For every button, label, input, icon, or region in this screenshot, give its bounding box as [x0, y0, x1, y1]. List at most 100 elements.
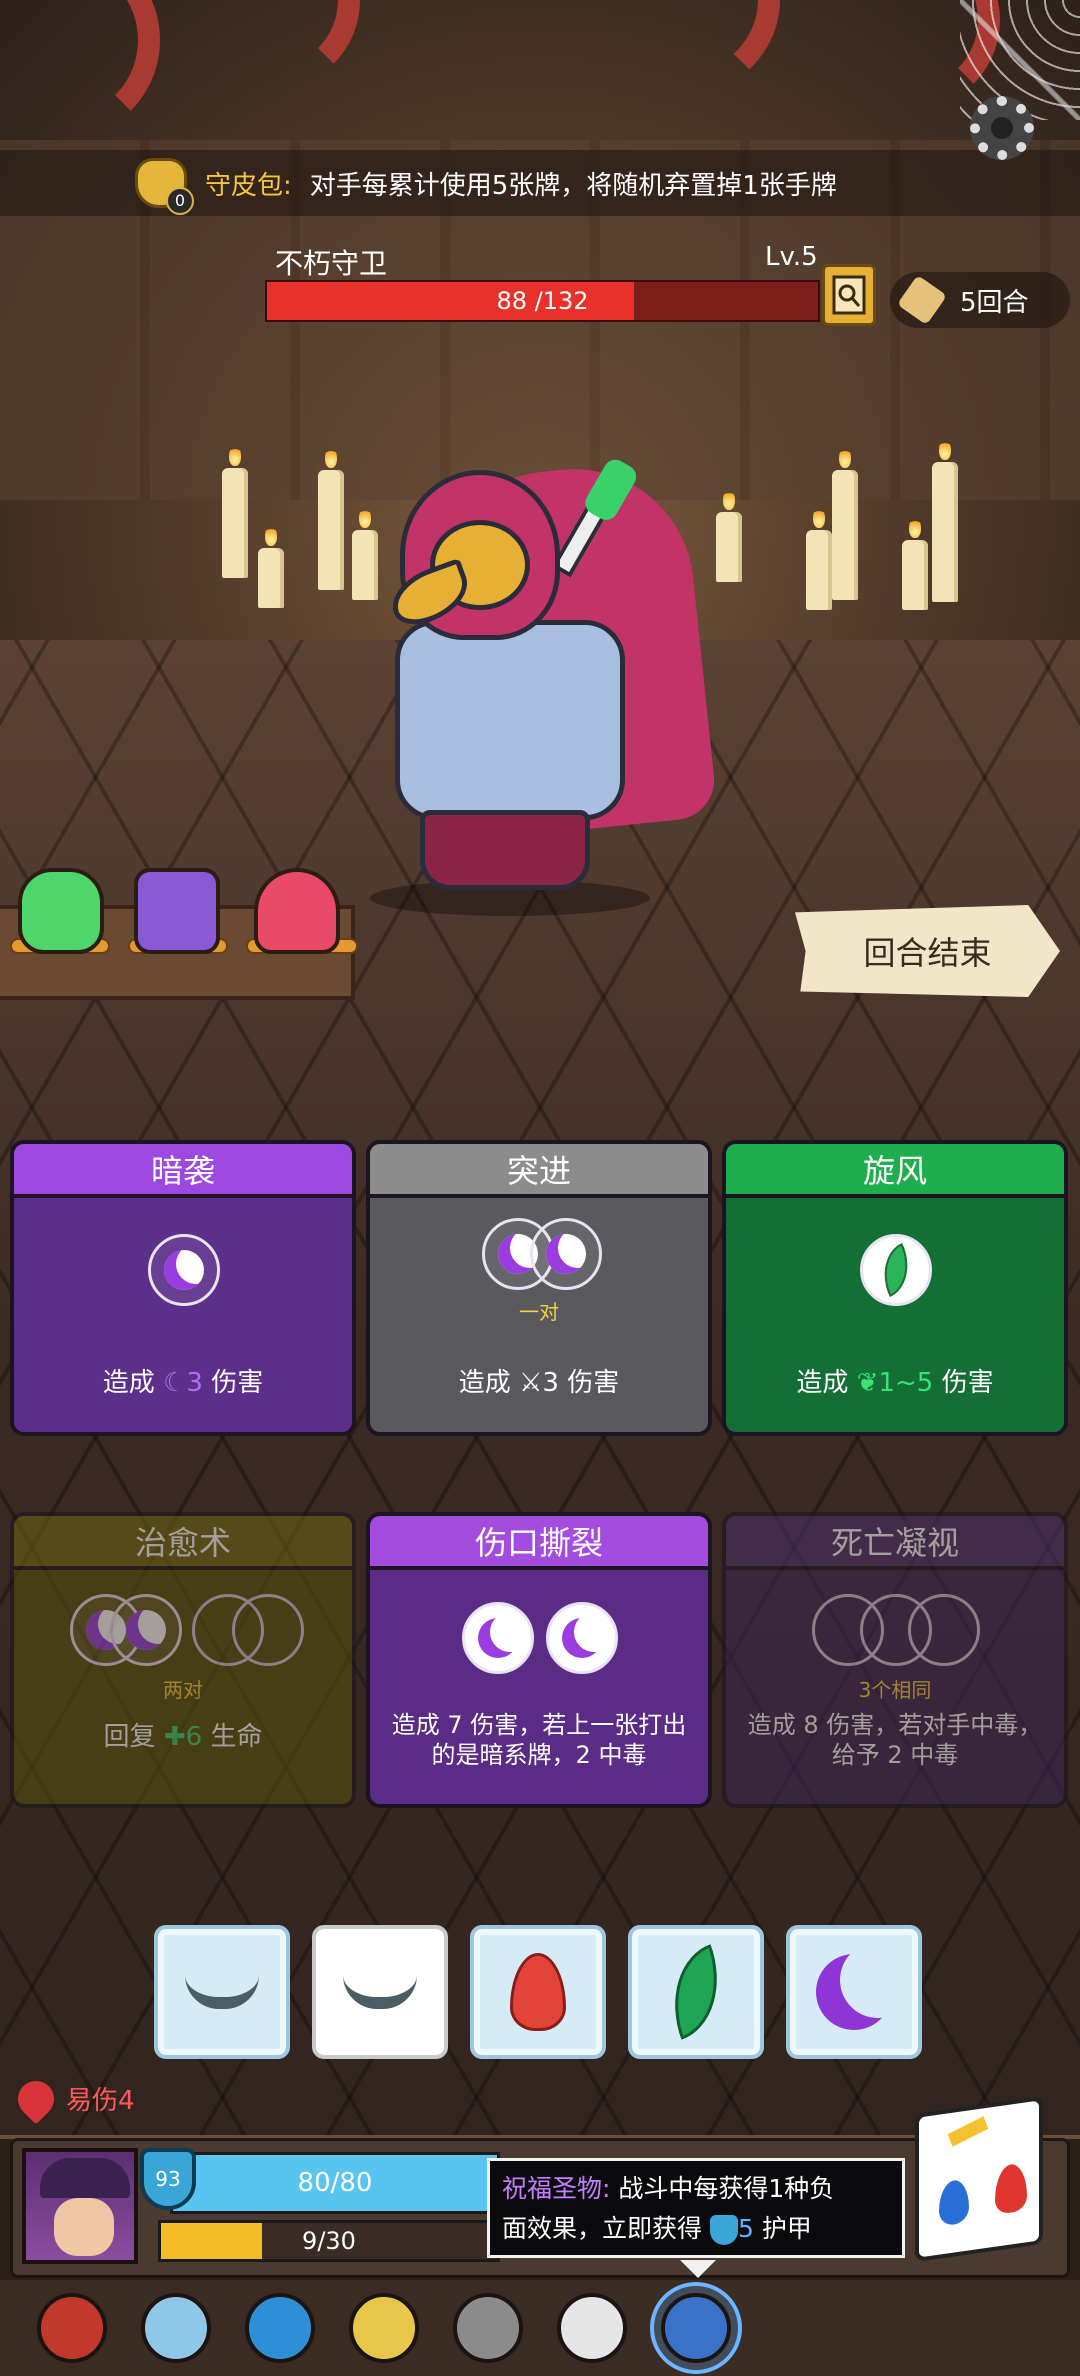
- sword-icon: ⚔: [519, 1368, 543, 1398]
- hood-relic-icon[interactable]: [30, 2286, 114, 2370]
- stone-egg-relic-icon[interactable]: [446, 2286, 530, 2370]
- desc-value: 3: [542, 1368, 559, 1398]
- desc-prefix: 回复: [103, 1722, 156, 1752]
- relic-info-banner: 0 守皮包: 对手每累计使用5张牌，将随机弃置掉1张手牌: [0, 150, 1080, 216]
- card-title: 死亡凝视: [726, 1516, 1064, 1570]
- player-avatar[interactable]: [22, 2148, 138, 2264]
- card-whirlwind[interactable]: 旋风 造成 ❦1~5 伤害: [722, 1140, 1068, 1436]
- purple-potion-icon[interactable]: [134, 868, 220, 954]
- moon-icon: [126, 1610, 166, 1650]
- candle: [832, 448, 858, 600]
- energy-text: 9/30: [302, 2227, 356, 2255]
- moon-dice-slot[interactable]: [148, 1234, 220, 1306]
- closed-eye-icon: [185, 1975, 259, 2009]
- lightning-icon: [947, 2116, 989, 2147]
- wizard-hat: [40, 2158, 130, 2198]
- card-heal[interactable]: 治愈术 两对 回复 ✚6 生命: [10, 1512, 356, 1808]
- desc-suffix: 生命: [210, 1722, 263, 1752]
- card-body: 造成 ❦1~5 伤害: [726, 1198, 1064, 1432]
- moon-icon: [816, 1954, 892, 2030]
- card-body: 3个相同 造成 8 伤害，若对手中毒，给予 2 中毒: [726, 1570, 1064, 1804]
- lantern-relic-icon[interactable]: [342, 2286, 426, 2370]
- card-death-gaze[interactable]: 死亡凝视 3个相同 造成 8 伤害，若对手中毒，给予 2 中毒: [722, 1512, 1068, 1808]
- card-requirement: 一对: [519, 1300, 559, 1324]
- tooltip-line-2: 面效果，立即获得 5 护甲: [502, 2209, 890, 2249]
- round-counter: 5回合: [890, 272, 1070, 328]
- desc-prefix: 造成: [102, 1368, 155, 1398]
- enemy-name: 不朽守卫: [275, 247, 388, 280]
- magnifier-icon: [832, 275, 866, 315]
- card-description: 造成 ☾3 伤害: [28, 1366, 338, 1400]
- card-body: 两对 回复 ✚6 生命: [14, 1570, 352, 1804]
- enemy-hp-text: 88 /132: [496, 287, 589, 315]
- enemy-level: Lv.5: [765, 242, 818, 272]
- relic-tooltip: 祝福圣物: 战斗中每获得1种负 面效果，立即获得 5 护甲: [487, 2158, 905, 2258]
- closed-eye-icon: [343, 1975, 417, 2009]
- moon-dice-slot[interactable]: [110, 1594, 182, 1666]
- desc-value: 6: [185, 1722, 203, 1752]
- end-turn-button[interactable]: 回合结束: [795, 905, 1060, 997]
- card-description: 回复 ✚6 生命: [28, 1720, 338, 1754]
- moon-dice-slot[interactable]: [546, 1602, 618, 1674]
- tooltip-title: 祝福圣物:: [502, 2174, 611, 2203]
- scroll-icon: [896, 274, 948, 326]
- moon-icon: [164, 1250, 204, 1290]
- blessing-relic-icon[interactable]: [654, 2286, 738, 2370]
- empty-dice-slot[interactable]: [232, 1594, 304, 1666]
- dice-leaf-frozen[interactable]: [628, 1925, 764, 2059]
- player-face: [54, 2198, 114, 2256]
- card-ambush[interactable]: 暗袭 造成 ☾3 伤害: [10, 1140, 356, 1436]
- plus-icon: ✚: [163, 1722, 186, 1752]
- player-energy-bar: 9/30: [158, 2220, 500, 2262]
- enemy-hp-bar: 88 /132: [265, 280, 820, 322]
- relic-image: [661, 2293, 731, 2363]
- dice-fire-frozen[interactable]: [470, 1925, 606, 2059]
- card-body: 造成 ☾3 伤害: [14, 1198, 352, 1432]
- card-description: 造成 ⚔3 伤害: [384, 1366, 694, 1400]
- tooltip-text: 面效果，立即获得: [502, 2214, 703, 2243]
- card-description: 造成 8 伤害，若对手中毒，给予 2 中毒: [747, 1711, 1043, 1769]
- player-status-effect[interactable]: 易伤4: [10, 2073, 135, 2124]
- water-drop-relic-icon[interactable]: [238, 2286, 322, 2370]
- red-potion-icon[interactable]: [254, 868, 340, 954]
- dice-bag-button[interactable]: [915, 2096, 1043, 2262]
- relic-description: 对手每累计使用5张牌，将随机弃置掉1张手牌: [309, 170, 837, 201]
- card-wound-tear[interactable]: 伤口撕裂 造成 7 伤害，若上一张打出的是暗系牌，2 中毒: [366, 1512, 712, 1808]
- relic-image: [141, 2293, 211, 2363]
- moon-dice-slot[interactable]: [530, 1218, 602, 1290]
- dice-closed-eye[interactable]: [312, 1925, 448, 2059]
- card-title: 暗袭: [14, 1144, 352, 1198]
- dice-moon-frozen[interactable]: [786, 1925, 922, 2059]
- card-body: 造成 7 伤害，若上一张打出的是暗系牌，2 中毒: [370, 1570, 708, 1804]
- green-potion-icon[interactable]: [18, 868, 104, 954]
- desc-value: 3: [186, 1368, 203, 1398]
- desc-prefix: 造成: [458, 1368, 511, 1398]
- card-requirement: 两对: [163, 1678, 203, 1702]
- empty-dice-slot[interactable]: [908, 1594, 980, 1666]
- fire-icon: [995, 2162, 1027, 2215]
- money-bag-icon[interactable]: 0: [135, 158, 194, 215]
- ring-relic-icon[interactable]: [134, 2286, 218, 2370]
- candle: [932, 440, 958, 602]
- armor-shield-icon: 93: [140, 2148, 196, 2210]
- water-drop-icon: [939, 2178, 969, 2227]
- tooltip-value: 5: [737, 2214, 754, 2243]
- moon-icon: [478, 1618, 518, 1658]
- dice-closed-eye-frozen[interactable]: [154, 1925, 290, 2059]
- gear-icon[interactable]: [970, 96, 1034, 160]
- desc-suffix: 伤害: [211, 1368, 264, 1398]
- enemy-plague-doctor[interactable]: [300, 457, 780, 920]
- vulnerable-icon: [10, 2073, 62, 2124]
- moon-dice-slot[interactable]: [462, 1602, 534, 1674]
- tooltip-line-1: 祝福圣物: 战斗中每获得1种负: [502, 2169, 890, 2209]
- tooltip-text: 护甲: [761, 2214, 812, 2243]
- inspect-button[interactable]: [822, 264, 876, 326]
- relic-image: [349, 2293, 419, 2363]
- leaf-dice-slot[interactable]: [860, 1234, 932, 1306]
- moon-icon: [546, 1234, 586, 1274]
- skull-relic-icon[interactable]: [550, 2286, 634, 2370]
- candle: [902, 518, 928, 610]
- status-text: 易伤4: [66, 2086, 135, 2116]
- card-charge[interactable]: 突进 一对 造成 ⚔3 伤害: [366, 1140, 712, 1436]
- fire-icon: [510, 1953, 566, 2031]
